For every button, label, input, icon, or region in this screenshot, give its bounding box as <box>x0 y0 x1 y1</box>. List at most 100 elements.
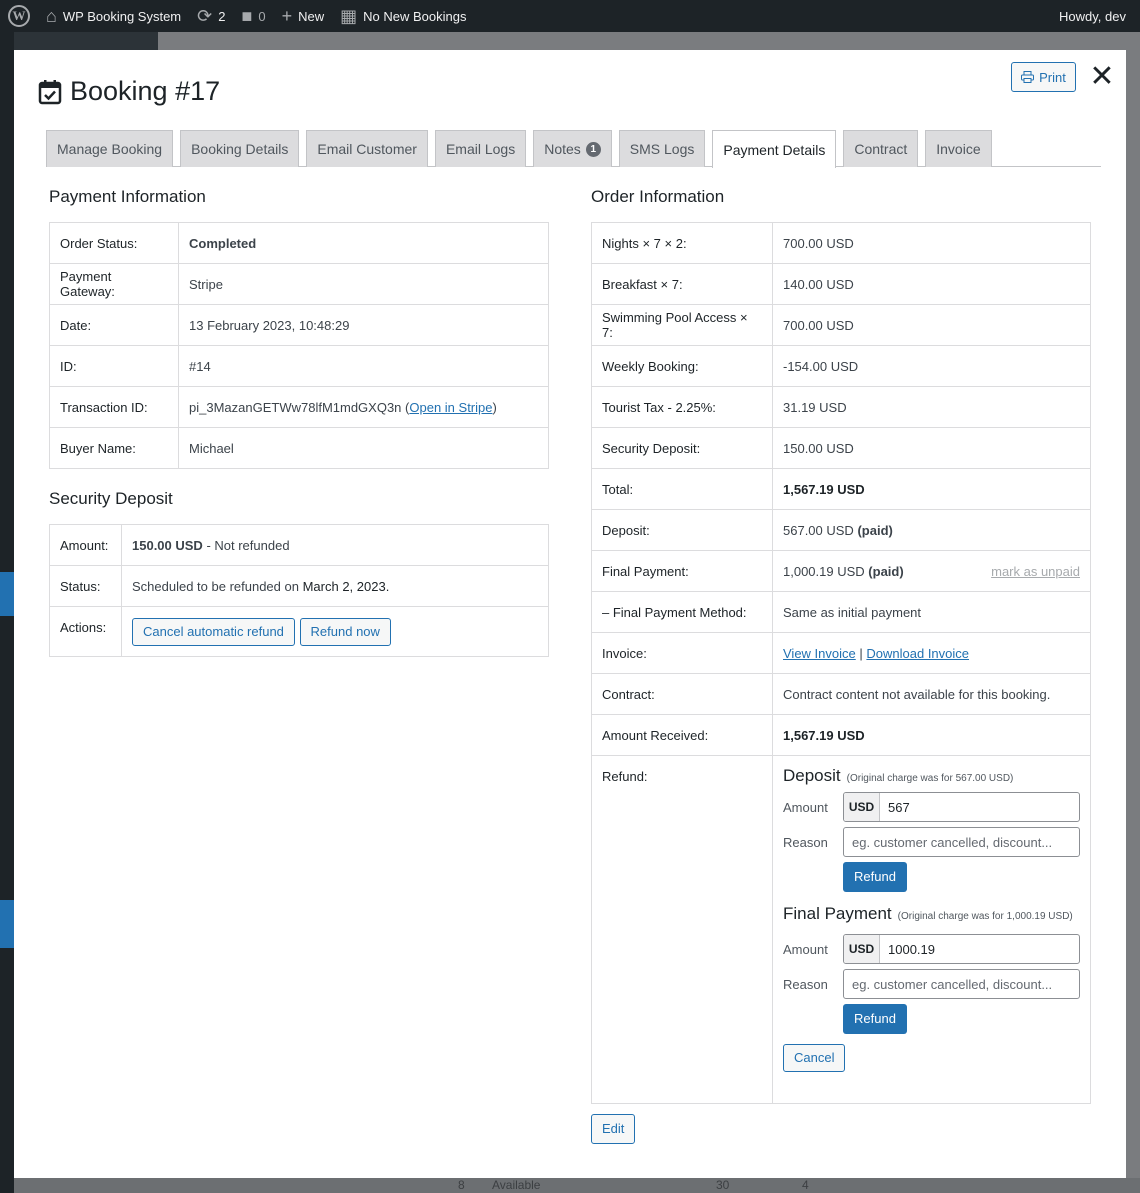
table-row: Status: Scheduled to be refunded on Marc… <box>49 565 549 607</box>
site-name-menu[interactable]: ⌂ WP Booking System <box>38 0 189 32</box>
my-account-menu[interactable]: Howdy, dev <box>1051 0 1140 32</box>
tab-payment-details[interactable]: Payment Details <box>712 130 837 168</box>
bg-number: 4 <box>802 1178 809 1192</box>
amount-label: Amount <box>783 799 828 815</box>
print-button[interactable]: Print <box>1011 62 1076 92</box>
paid-badge: (paid) <box>868 563 904 579</box>
table-row: Buyer Name: Michael <box>49 427 549 469</box>
bg-number: 8 <box>458 1178 465 1192</box>
amount-value: 1000.19 <box>888 941 935 957</box>
wp-logo-menu[interactable]: W <box>0 0 38 32</box>
table-row: ID: #14 <box>49 345 549 387</box>
mark-as-unpaid-link[interactable]: mark as unpaid <box>991 564 1080 579</box>
bookings-menu[interactable]: ▦ No New Bookings <box>332 0 474 32</box>
table-row: Transaction ID: pi_3MazanGETWw78lfM1mdGX… <box>49 386 549 428</box>
table-row: Order Status: Completed <box>49 222 549 264</box>
notes-count-badge: 1 <box>585 141 601 157</box>
tab-label: Contract <box>854 141 908 157</box>
row-label: Date: <box>49 304 179 346</box>
tab-contract[interactable]: Contract <box>843 130 919 167</box>
modal-title: Booking #17 <box>38 76 220 107</box>
comments-menu[interactable]: ■ 0 <box>233 0 273 32</box>
tab-email-logs[interactable]: Email Logs <box>434 130 527 167</box>
final-payment-value: 1,000.19 USD <box>783 563 865 579</box>
tab-label: Email Customer <box>317 141 417 157</box>
deposit-reason-input[interactable]: eg. customer cancelled, discount... <box>843 827 1080 857</box>
view-invoice-link[interactable]: View Invoice <box>783 646 856 661</box>
tab-email-customer[interactable]: Email Customer <box>306 130 428 167</box>
currency-addon: USD <box>844 793 880 821</box>
deposit-refund-button-row: Refund <box>783 862 1080 892</box>
date-value: 13 February 2023, 10:48:29 <box>178 304 549 346</box>
link-separator: | <box>859 645 863 661</box>
deposit-status-cell: Scheduled to be refunded on March 2, 202… <box>121 565 549 607</box>
row-label: Nights × 7 × 2: <box>591 222 773 264</box>
deposit-refund-button[interactable]: Refund <box>843 862 907 892</box>
tab-invoice[interactable]: Invoice <box>925 130 992 167</box>
updates-icon: ⟳ <box>197 6 213 26</box>
row-label: Total: <box>591 468 773 510</box>
deposit-amount-input[interactable]: USD 567 <box>843 792 1080 822</box>
deposit-amount-cell: 150.00 USD - Not refunded <box>121 524 549 566</box>
row-value: 150.00 USD <box>772 427 1091 469</box>
id-value: #14 <box>178 345 549 387</box>
calendar-check-icon <box>38 79 62 104</box>
table-row: Breakfast × 7: 140.00 USD <box>591 263 1091 305</box>
table-row: Payment Gateway: Stripe <box>49 263 549 305</box>
tab-label: SMS Logs <box>629 141 695 157</box>
row-label: Order Status: <box>49 222 179 264</box>
background-calendar-row: 8 Available 30 4 <box>14 1178 1140 1193</box>
open-in-stripe-link[interactable]: Open in Stripe <box>409 400 492 415</box>
row-value: 31.19 USD <box>772 386 1091 428</box>
row-label: Actions: <box>49 606 122 657</box>
final-original-charge-note: (Original charge was for 1,000.19 USD) <box>897 911 1073 922</box>
cancel-automatic-refund-button[interactable]: Cancel automatic refund <box>132 617 295 646</box>
comment-icon: ■ <box>241 6 253 26</box>
tab-label: Payment Details <box>723 141 826 158</box>
deposit-refund-title: Deposit <box>783 766 841 785</box>
final-amount-input[interactable]: USD 1000.19 <box>843 934 1080 964</box>
deposit-value: 567.00 USD <box>783 522 854 538</box>
edit-button[interactable]: Edit <box>591 1114 636 1144</box>
printer-icon <box>1021 71 1035 83</box>
final-refund-title: Final Payment <box>783 904 892 923</box>
row-label: Amount Received: <box>591 714 773 756</box>
tab-label: Invoice <box>936 141 981 157</box>
payment-gateway-value: Stripe <box>178 263 549 305</box>
home-icon: ⌂ <box>46 6 57 26</box>
row-label: Refund: <box>591 755 773 1104</box>
row-label: ID: <box>49 345 179 387</box>
row-label: Deposit: <box>591 509 773 551</box>
tab-sms-logs[interactable]: SMS Logs <box>618 130 706 167</box>
amount-received-value: 1,567.19 USD <box>772 714 1091 756</box>
final-reason-row: Reason eg. customer cancelled, discount.… <box>783 969 1080 999</box>
currency-addon: USD <box>844 935 880 963</box>
close-icon[interactable]: ✕ <box>1088 62 1116 92</box>
reason-label: Reason <box>783 976 828 992</box>
refund-now-button[interactable]: Refund now <box>299 617 391 646</box>
row-label: Final Payment: <box>591 550 773 592</box>
deposit-actions-cell: Cancel automatic refund Refund now <box>121 606 549 657</box>
tab-notes[interactable]: Notes 1 <box>533 130 612 167</box>
bookings-label: No New Bookings <box>363 8 467 24</box>
final-refund-button[interactable]: Refund <box>843 1004 907 1034</box>
print-label: Print <box>1039 69 1066 85</box>
download-invoice-link[interactable]: Download Invoice <box>866 646 969 661</box>
amount-value: 567 <box>888 799 910 815</box>
updates-menu[interactable]: ⟳ 2 <box>189 0 233 32</box>
table-row: Amount Received: 1,567.19 USD <box>591 714 1091 756</box>
plus-icon: + <box>281 6 293 26</box>
deposit-amount-row: Amount USD 567 <box>783 792 1080 822</box>
total-value: 1,567.19 USD <box>772 468 1091 510</box>
invoice-links-cell: View Invoice | Download Invoice <box>772 632 1091 674</box>
new-content-menu[interactable]: + New <box>274 0 333 32</box>
final-reason-input[interactable]: eg. customer cancelled, discount... <box>843 969 1080 999</box>
admin-bar: W ⌂ WP Booking System ⟳ 2 ■ 0 + New ▦ No… <box>0 0 1140 32</box>
tab-manage-booking[interactable]: Manage Booking <box>46 130 174 167</box>
tab-booking-details[interactable]: Booking Details <box>180 130 300 167</box>
cancel-refund-button[interactable]: Cancel <box>783 1044 846 1072</box>
row-value: 700.00 USD <box>772 304 1091 346</box>
transaction-id-value: pi_3MazanGETWw78lfM1mdGXQ3n <box>189 399 402 415</box>
cancel-refund-row: Cancel <box>783 1044 1080 1072</box>
table-row: Tourist Tax - 2.25%: 31.19 USD <box>591 386 1091 428</box>
